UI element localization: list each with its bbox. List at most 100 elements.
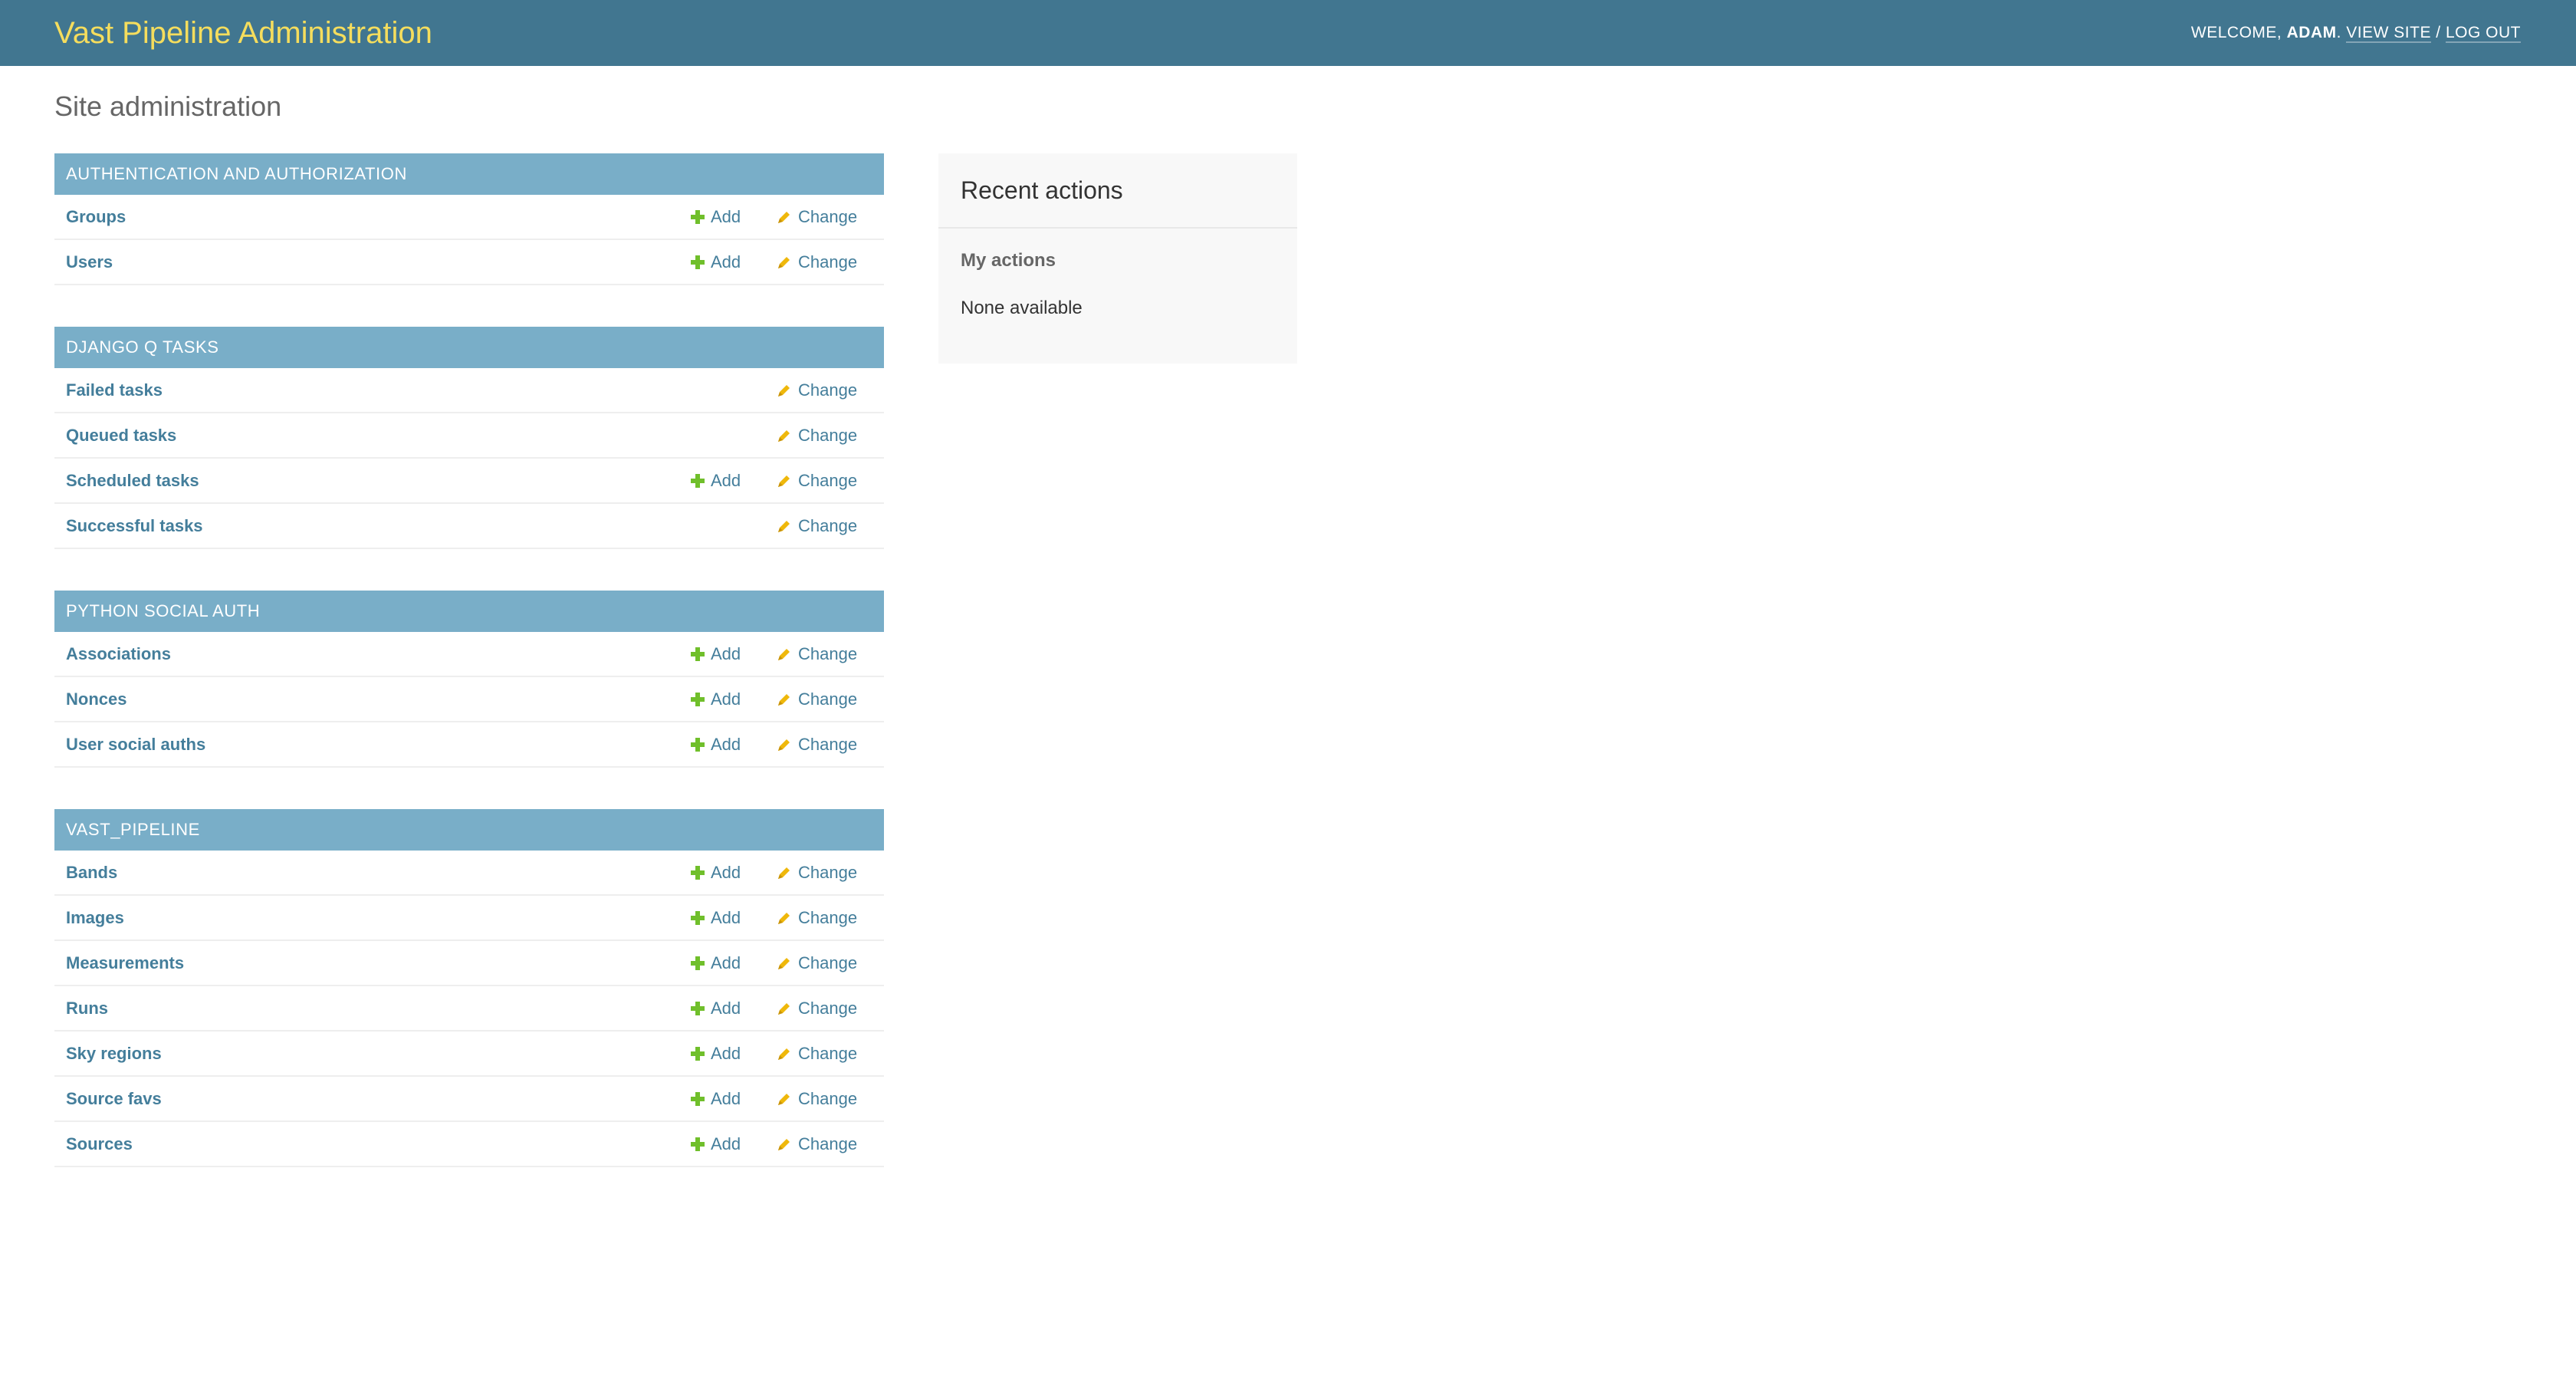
pencil-icon xyxy=(777,1034,792,1060)
model-link-successful-tasks[interactable]: Successful tasks xyxy=(66,504,203,548)
change-label: Change xyxy=(798,1134,858,1153)
add-link[interactable]: Add xyxy=(691,896,741,939)
pencil-icon xyxy=(777,943,792,969)
module-caption[interactable]: VAST_PIPELINE xyxy=(54,809,884,851)
plus-icon xyxy=(691,210,705,224)
change-link[interactable]: Change xyxy=(777,504,857,548)
app-list: AUTHENTICATION AND AUTHORIZATION Groups Ad… xyxy=(54,153,884,1209)
model-row-bands: Bands Add Change xyxy=(54,851,884,896)
model-row-scheduled-tasks: Scheduled tasks Add Change xyxy=(54,459,884,504)
change-label: Change xyxy=(798,207,858,226)
plus-icon xyxy=(691,956,705,970)
model-row-sources: Sources Add Change xyxy=(54,1122,884,1167)
module-caption[interactable]: DJANGO Q TASKS xyxy=(54,327,884,368)
add-link[interactable]: Add xyxy=(691,240,741,284)
model-link-sky-regions[interactable]: Sky regions xyxy=(66,1032,162,1075)
username: ADAM xyxy=(2286,24,2337,41)
change-link[interactable]: Change xyxy=(777,195,857,239)
change-label: Change xyxy=(798,516,858,535)
model-link-images[interactable]: Images xyxy=(66,896,124,939)
recent-actions-title: Recent actions xyxy=(961,176,1123,204)
pencil-icon xyxy=(777,506,792,532)
site-branding[interactable]: Vast Pipeline Administration xyxy=(54,0,432,66)
add-link[interactable]: Add xyxy=(691,1032,741,1075)
change-link[interactable]: Change xyxy=(777,632,857,676)
recent-actions-divider xyxy=(938,227,1297,229)
change-link[interactable]: Change xyxy=(777,722,857,766)
pencil-icon xyxy=(777,197,792,223)
plus-icon xyxy=(691,866,705,880)
add-link[interactable]: Add xyxy=(691,941,741,985)
view-site-link[interactable]: VIEW SITE xyxy=(2346,24,2431,43)
plus-icon xyxy=(691,647,705,661)
log-out-link[interactable]: LOG OUT xyxy=(2445,24,2521,43)
add-link[interactable]: Add xyxy=(691,1122,741,1166)
model-row-images: Images Add Change xyxy=(54,896,884,941)
change-link[interactable]: Change xyxy=(777,413,857,457)
add-link[interactable]: Add xyxy=(691,677,741,721)
model-link-scheduled-tasks[interactable]: Scheduled tasks xyxy=(66,459,199,502)
plus-icon xyxy=(691,1047,705,1061)
model-link-queued-tasks[interactable]: Queued tasks xyxy=(66,413,176,457)
add-label: Add xyxy=(711,471,741,490)
change-link[interactable]: Change xyxy=(777,240,857,284)
recent-actions-panel: Recent actions My actions None available xyxy=(938,153,1297,364)
add-link[interactable]: Add xyxy=(691,986,741,1030)
change-label: Change xyxy=(798,252,858,271)
model-row-user-social-auths: User social auths Add Change xyxy=(54,722,884,768)
change-link[interactable]: Change xyxy=(777,986,857,1030)
model-row-successful-tasks: Successful tasks Change xyxy=(54,504,884,549)
change-link[interactable]: Change xyxy=(777,851,857,894)
model-link-sources[interactable]: Sources xyxy=(66,1122,133,1166)
change-link[interactable]: Change xyxy=(777,896,857,939)
model-link-bands[interactable]: Bands xyxy=(66,851,117,894)
user-tools: WELCOME, ADAM. VIEW SITE / LOG OUT xyxy=(2191,0,2521,66)
change-label: Change xyxy=(798,953,858,972)
change-link[interactable]: Change xyxy=(777,1122,857,1166)
model-link-groups[interactable]: Groups xyxy=(66,195,126,239)
model-row-sky-regions: Sky regions Add Change xyxy=(54,1032,884,1077)
add-label: Add xyxy=(711,1089,741,1108)
add-link[interactable]: Add xyxy=(691,851,741,894)
module-caption[interactable]: PYTHON SOCIAL AUTH xyxy=(54,591,884,632)
model-link-users[interactable]: Users xyxy=(66,240,113,284)
model-link-user-social-auths[interactable]: User social auths xyxy=(66,722,205,766)
plus-icon xyxy=(691,1092,705,1106)
change-link[interactable]: Change xyxy=(777,677,857,721)
model-row-nonces: Nonces Add Change xyxy=(54,677,884,722)
pencil-icon xyxy=(777,679,792,706)
add-link[interactable]: Add xyxy=(691,459,741,502)
module-vast-pipeline: VAST_PIPELINE Bands Add Change Images Add Chan… xyxy=(54,809,884,1167)
change-link[interactable]: Change xyxy=(777,459,857,502)
pencil-icon xyxy=(777,461,792,487)
welcome-suffix: . xyxy=(2336,24,2347,41)
model-link-associations[interactable]: Associations xyxy=(66,632,171,676)
model-row-associations: Associations Add Change xyxy=(54,632,884,677)
add-link[interactable]: Add xyxy=(691,632,741,676)
model-row-measurements: Measurements Add Change xyxy=(54,941,884,986)
none-available-text: None available xyxy=(961,298,1083,318)
model-row-queued-tasks: Queued tasks Change xyxy=(54,413,884,459)
add-label: Add xyxy=(711,644,741,663)
change-link[interactable]: Change xyxy=(777,1032,857,1075)
model-link-nonces[interactable]: Nonces xyxy=(66,677,127,721)
add-link[interactable]: Add xyxy=(691,1077,741,1120)
pencil-icon xyxy=(777,898,792,924)
add-label: Add xyxy=(711,1134,741,1153)
model-link-source-favs[interactable]: Source favs xyxy=(66,1077,162,1120)
pencil-icon xyxy=(777,989,792,1015)
model-row-failed-tasks: Failed tasks Change xyxy=(54,368,884,413)
pencil-icon xyxy=(777,634,792,660)
change-label: Change xyxy=(798,908,858,927)
change-link[interactable]: Change xyxy=(777,368,857,412)
add-link[interactable]: Add xyxy=(691,722,741,766)
add-label: Add xyxy=(711,1044,741,1063)
model-link-runs[interactable]: Runs xyxy=(66,986,108,1030)
module-caption[interactable]: AUTHENTICATION AND AUTHORIZATION xyxy=(54,153,884,195)
model-link-failed-tasks[interactable]: Failed tasks xyxy=(66,368,163,412)
model-link-measurements[interactable]: Measurements xyxy=(66,941,184,985)
add-label: Add xyxy=(711,207,741,226)
change-link[interactable]: Change xyxy=(777,1077,857,1120)
change-link[interactable]: Change xyxy=(777,941,857,985)
add-link[interactable]: Add xyxy=(691,195,741,239)
